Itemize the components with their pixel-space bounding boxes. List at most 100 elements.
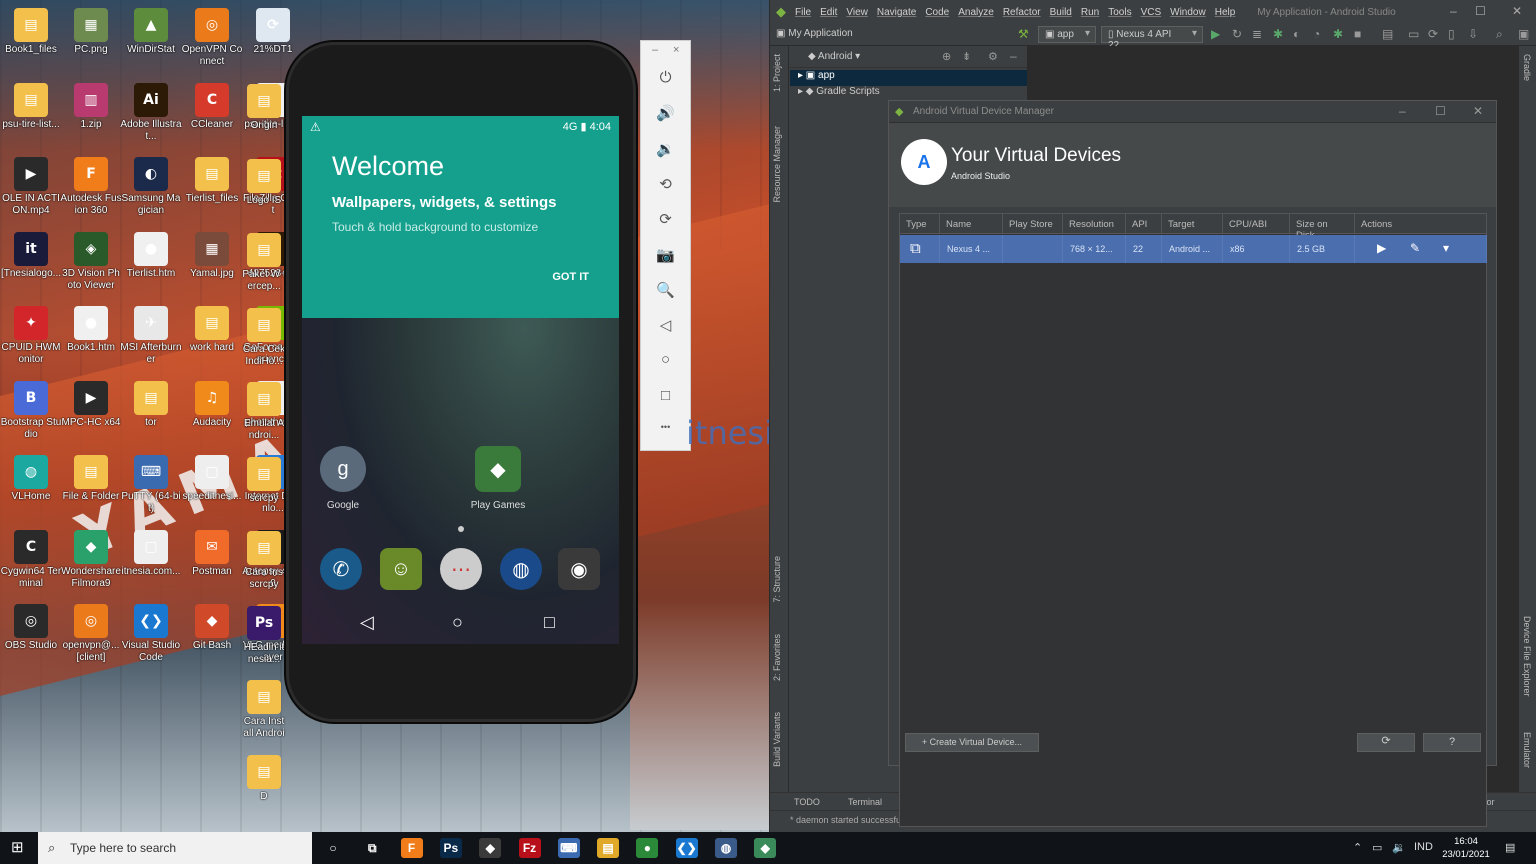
- desktop-icon-tierlist-htm[interactable]: ● Tierlist.htm: [120, 226, 182, 298]
- hammer-icon[interactable]: ⚒: [1018, 27, 1029, 41]
- desktop-icon-putty-64-bit[interactable]: ⌨ PuTTY (64-bit): [120, 449, 182, 521]
- search-icon[interactable]: ⌕: [1496, 27, 1503, 42]
- collapse-icon[interactable]: ⇟: [962, 50, 971, 63]
- minimize-icon[interactable]: –: [1399, 104, 1406, 118]
- desktop-icon-1-zip[interactable]: ▥ 1.zip: [60, 77, 122, 149]
- edit-icon[interactable]: ✎: [1410, 241, 1420, 255]
- tool-tab-gradle[interactable]: Gradle: [1522, 54, 1532, 81]
- column-header-api[interactable]: API: [1126, 214, 1162, 234]
- desktop-icon-autodesk-fusion-360[interactable]: F Autodesk Fusion 360: [60, 151, 122, 223]
- help-button[interactable]: ?: [1423, 733, 1481, 752]
- taskbar-network-icon[interactable]: ⌨: [557, 838, 580, 858]
- desktop-icon-itnesia-com[interactable]: ▢ itnesia.com...: [120, 524, 182, 596]
- desktop-icon-cygwin64-terminal[interactable]: C Cygwin64 Terminal: [0, 524, 62, 596]
- zoom-icon[interactable]: 🔍: [641, 281, 690, 299]
- desktop-icon-audacity[interactable]: ♫ Audacity: [181, 375, 243, 447]
- desktop-icon-openvpn-client[interactable]: ◎ openvpn@... [client]: [60, 598, 122, 670]
- desktop-icon-cara-cek-indiho[interactable]: ▤ Cara Cek IndiHo...: [242, 302, 286, 374]
- volume-down-icon[interactable]: 🔉: [641, 140, 690, 158]
- recents-icon[interactable]: □: [544, 612, 555, 633]
- language-indicator[interactable]: IND: [1414, 841, 1433, 853]
- desktop-icon-tor[interactable]: ▤ tor: [120, 375, 182, 447]
- menu-help[interactable]: Help: [1215, 7, 1236, 18]
- stop-icon[interactable]: ■: [1354, 27, 1361, 41]
- desktop-icon-book1-htm[interactable]: ● Book1.htm: [60, 300, 122, 372]
- taskbar-cortana-icon[interactable]: ○: [322, 838, 344, 858]
- taskbar-filezilla-icon[interactable]: Fz: [518, 838, 541, 858]
- maximize-icon[interactable]: ☐: [1475, 4, 1486, 18]
- more-actions-icon[interactable]: ▾: [1443, 241, 1449, 255]
- screenshot-icon[interactable]: 📷: [641, 246, 690, 264]
- browser-icon[interactable]: ◍: [500, 548, 542, 590]
- taskbar-app-3-icon[interactable]: ◆: [479, 838, 502, 858]
- desktop-icon-openvpn-connect[interactable]: ◎ OpenVPN Connect: [181, 2, 243, 74]
- column-header-name[interactable]: Name: [940, 214, 1003, 234]
- column-header-resolution[interactable]: Resolution: [1063, 214, 1126, 234]
- menu-view[interactable]: View: [846, 7, 868, 18]
- volume-up-icon[interactable]: 🔊: [641, 104, 690, 122]
- desktop-icon-d[interactable]: ▤ D: [242, 749, 286, 821]
- phone-icon[interactable]: ✆: [320, 548, 362, 590]
- desktop-icon-logo-is[interactable]: ▤ Logo IS: [242, 153, 286, 225]
- attach-debugger-icon[interactable]: ✱: [1333, 27, 1343, 41]
- rotate-right-icon[interactable]: ⟳: [641, 210, 690, 228]
- run-icon[interactable]: ▶: [1211, 27, 1220, 41]
- menu-vcs[interactable]: VCS: [1141, 7, 1162, 18]
- coverage-icon[interactable]: ◐: [1293, 27, 1300, 41]
- menu-run[interactable]: Run: [1081, 7, 1099, 18]
- bottom-tab-terminal[interactable]: Terminal: [848, 797, 882, 807]
- desktop-icon-ole-in-action-mp4[interactable]: ▶ OLE IN ACTION.mp4: [0, 151, 62, 223]
- desktop-icon-windirstat[interactable]: ▲ WinDirStat: [120, 2, 182, 74]
- tool-tab-2-favorites[interactable]: 2: Favorites: [772, 634, 782, 681]
- taskbar-fusion-icon[interactable]: F: [400, 838, 423, 858]
- menu-build[interactable]: Build: [1050, 7, 1072, 18]
- hide-icon[interactable]: –: [1010, 49, 1017, 63]
- notification-icon[interactable]: ▤: [1505, 841, 1515, 854]
- minimize-icon[interactable]: –: [652, 44, 658, 56]
- home-icon[interactable]: ○: [641, 351, 690, 368]
- desktop-icon-postman[interactable]: ✉ Postman: [181, 524, 243, 596]
- desktop-icon-3d-vision-photo-viewer[interactable]: ◈ 3D Vision Photo Viewer: [60, 226, 122, 298]
- device-dropdown[interactable]: ▯ Nexus 4 API 22: [1101, 26, 1203, 51]
- desktop-icon-psu-tire-list[interactable]: ▤ psu-tire-list...: [0, 77, 62, 149]
- tool-tab-emulator[interactable]: Emulator: [1522, 732, 1532, 768]
- overview-icon[interactable]: □: [641, 387, 690, 404]
- project-view-dropdown[interactable]: ◆ Android ▾: [808, 51, 860, 62]
- column-header-play-store[interactable]: Play Store: [1003, 214, 1063, 234]
- maximize-icon[interactable]: ☐: [1435, 104, 1446, 118]
- close-icon[interactable]: ✕: [1512, 4, 1522, 18]
- desktop-icon-ccleaner[interactable]: C CCleaner: [181, 77, 243, 149]
- emulator-screen[interactable]: ⚠ 4G ▮ 4:04 Welcome Wallpapers, widgets,…: [302, 116, 619, 644]
- menu-code[interactable]: Code: [925, 7, 949, 18]
- home-icon-play-games[interactable]: ◆ Play Games: [463, 446, 533, 511]
- desktop-icon-msi-afterburner[interactable]: ✈ MSI Afterburner: [120, 300, 182, 372]
- taskbar-explorer-icon[interactable]: ▤: [597, 838, 620, 858]
- desktop-icon-cpuid-hwmonitor[interactable]: ✦ CPUID HWMonitor: [0, 300, 62, 372]
- desktop-icon-bootstrap-studio[interactable]: B Bootstrap Studio: [0, 375, 62, 447]
- desktop-icon-yamal-jpg[interactable]: ▦ Yamal.jpg: [181, 226, 243, 298]
- create-virtual-device-button[interactable]: + Create Virtual Device...: [905, 733, 1039, 752]
- tool-tab-build-variants[interactable]: Build Variants: [772, 712, 782, 767]
- menu-refactor[interactable]: Refactor: [1003, 7, 1041, 18]
- debug-icon[interactable]: ✱: [1273, 27, 1283, 41]
- taskbar-chrome-icon[interactable]: ●: [636, 838, 659, 858]
- home-icon[interactable]: ○: [452, 612, 463, 633]
- menu-edit[interactable]: Edit: [820, 7, 837, 18]
- taskbar-vscode-icon[interactable]: ❮❯: [675, 838, 698, 858]
- back-icon[interactable]: ◁: [360, 612, 374, 633]
- desktop-icon-tierlist-files[interactable]: ▤ Tierlist_files: [181, 151, 243, 223]
- app-drawer-icon[interactable]: ⋯: [440, 548, 482, 590]
- menu-tools[interactable]: Tools: [1108, 7, 1131, 18]
- tool-tab-device-file-explorer[interactable]: Device File Explorer: [1522, 616, 1532, 697]
- desktop-icon-scrcpy[interactable]: ▤ scrcpy: [242, 451, 286, 523]
- column-header-size-on-disk[interactable]: Size on Disk: [1290, 214, 1355, 241]
- layout-icon[interactable]: ▭: [1408, 27, 1419, 41]
- desktop-icon-speeditnesi[interactable]: ▢ speeditnesi...: [181, 449, 243, 521]
- project-structure-icon[interactable]: ▤: [1382, 27, 1393, 41]
- network-icon[interactable]: ▭: [1372, 841, 1382, 854]
- desktop-icon-work-hard[interactable]: ▤ work hard: [181, 300, 243, 372]
- column-header-cpu-abi[interactable]: CPU/ABI: [1223, 214, 1290, 234]
- close-icon[interactable]: ✕: [1473, 104, 1483, 118]
- desktop-icon-origin[interactable]: ▤ Origin: [242, 78, 286, 150]
- tool-tab-resource-manager[interactable]: Resource Manager: [772, 126, 782, 203]
